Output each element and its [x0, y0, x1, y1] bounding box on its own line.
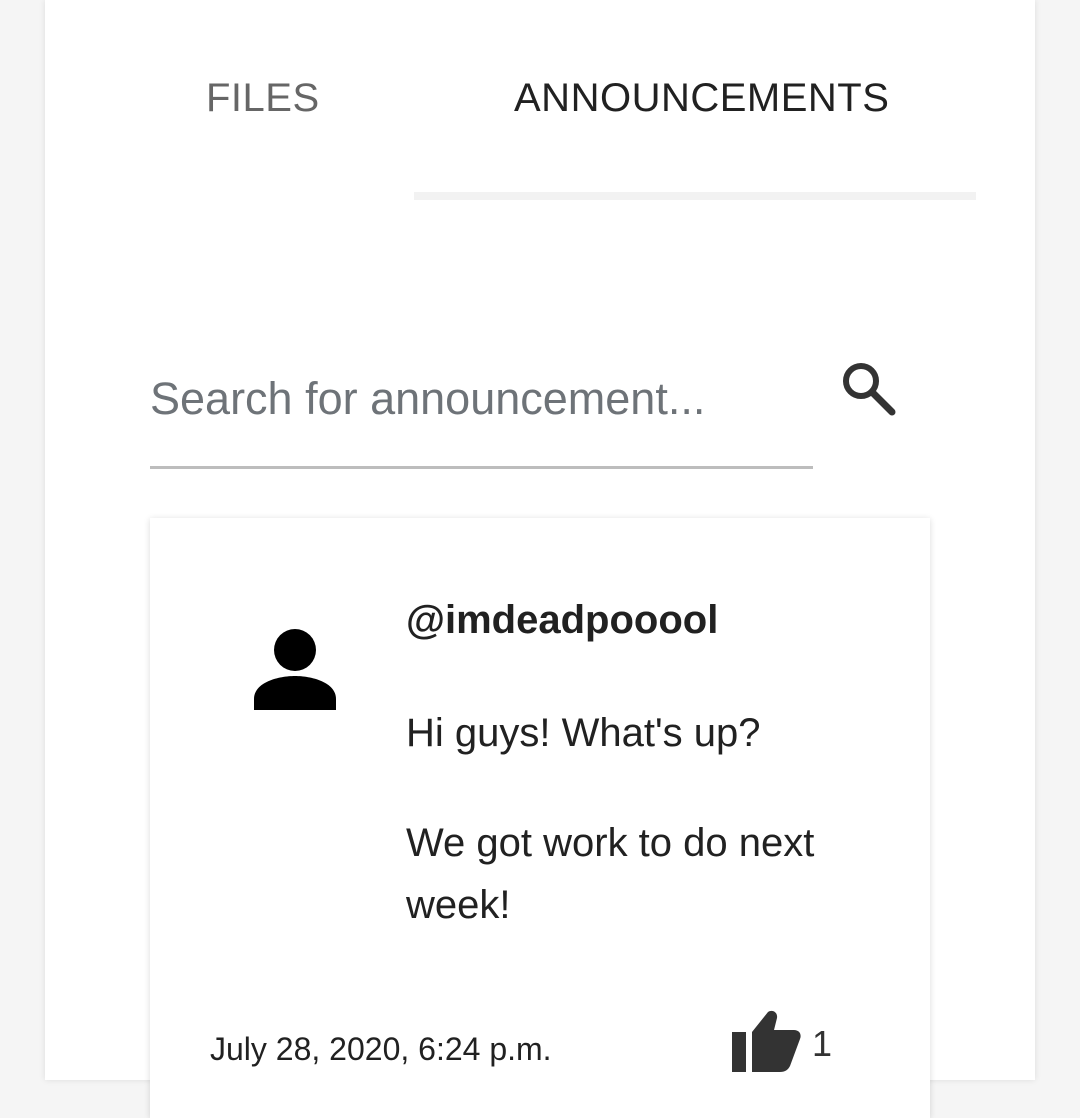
like-button[interactable] [732, 1010, 802, 1072]
author-username: @imdeadpooool [406, 598, 719, 642]
announcement-message-line: Hi guys! What's up? [406, 711, 761, 755]
announcement-card: @imdeadpooool Hi guys! What's up? We got… [150, 518, 930, 1118]
search-input[interactable] [150, 368, 813, 430]
search-icon [843, 363, 896, 416]
avatar [254, 628, 336, 710]
search-button[interactable] [837, 357, 897, 417]
content-panel: FILES ANNOUNCEMENTS @imdeadpooool Hi guy… [45, 0, 1035, 1118]
tab-files[interactable]: FILES [206, 76, 320, 121]
like-count: 1 [812, 1023, 833, 1064]
active-tab-indicator [414, 192, 976, 200]
announcement-message-line: We got work to do next week! [406, 821, 815, 927]
search-field [150, 368, 813, 469]
thumbs-up-icon [732, 1010, 801, 1072]
tab-announcements[interactable]: ANNOUNCEMENTS [514, 76, 889, 121]
announcement-timestamp: July 28, 2020, 6:24 p.m. [210, 1031, 552, 1067]
person-icon [254, 629, 336, 710]
